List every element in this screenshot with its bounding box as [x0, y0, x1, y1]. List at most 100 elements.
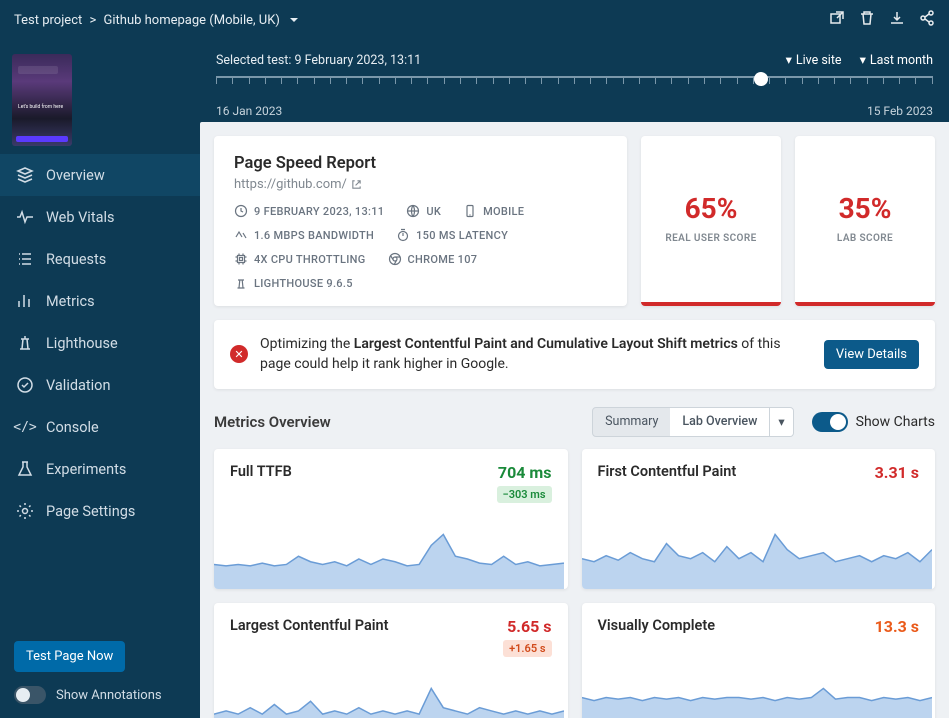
meta-cpu: 4X CPU THROTTLING: [234, 252, 366, 266]
tab-summary[interactable]: Summary: [593, 408, 670, 436]
show-charts-label: Show Charts: [856, 414, 935, 430]
sidebar-item-page-settings[interactable]: Page Settings: [0, 490, 200, 532]
lighthouse-icon: [16, 334, 34, 352]
external-link-icon: [351, 179, 362, 190]
clock-icon: [234, 204, 248, 218]
lighthouse-icon: [234, 276, 248, 290]
metric-card-largest-contentful-paint[interactable]: Largest Contentful Paint 5.65 s +1.65 s: [214, 603, 568, 718]
breadcrumb[interactable]: Test project > Github homepage (Mobile, …: [14, 13, 300, 28]
score-card-real-user-score: 65% REAL USER SCORE: [641, 136, 781, 306]
metric-card-full-ttfb[interactable]: Full TTFB 704 ms −303 ms: [214, 449, 568, 589]
list-icon: [16, 250, 34, 268]
timeline-start: 16 Jan 2023: [216, 104, 282, 118]
metric-name: Largest Contentful Paint: [230, 617, 389, 634]
topbar-actions: [829, 10, 935, 30]
flask-icon: [16, 460, 34, 478]
timeline-ruler[interactable]: [216, 76, 933, 100]
download-icon[interactable]: [889, 10, 905, 30]
mobile-icon: [463, 204, 477, 218]
share-icon[interactable]: [919, 10, 935, 30]
stack-icon: [16, 166, 34, 184]
sidebar-item-label: Page Settings: [46, 503, 135, 520]
metric-delta: +1.65 s: [503, 640, 551, 657]
score-value: 65%: [685, 192, 738, 225]
sidebar-item-lighthouse[interactable]: Lighthouse: [0, 322, 200, 364]
meta-latency: 150 MS LATENCY: [396, 228, 508, 242]
page-thumbnail[interactable]: Let's build from here: [12, 54, 72, 146]
pulse-icon: [16, 208, 34, 226]
timeline-handle[interactable]: [754, 72, 768, 86]
globe-icon: [406, 204, 420, 218]
annotations-toggle[interactable]: [14, 686, 46, 704]
metric-value: 13.3 s: [875, 617, 919, 636]
alert-text: Optimizing the Largest Contentful Paint …: [260, 334, 812, 375]
metric-card-first-contentful-paint[interactable]: First Contentful Paint3.31 s: [582, 449, 936, 589]
topbar: Test project > Github homepage (Mobile, …: [0, 0, 949, 40]
score-value: 35%: [839, 192, 892, 225]
check-circle-icon: [16, 376, 34, 394]
trash-icon[interactable]: [859, 10, 875, 30]
metric-value: 704 ms: [497, 463, 552, 482]
sidebar-item-console[interactable]: </> Console: [0, 406, 200, 448]
metric-name: Visually Complete: [598, 617, 716, 634]
score-label: REAL USER SCORE: [665, 233, 756, 244]
dashboard: Page Speed Report https://github.com/ 9 …: [200, 122, 949, 718]
sidebar-item-label: Experiments: [46, 461, 126, 478]
selected-test-label: Selected test: 9 February 2023, 13:11: [216, 53, 421, 68]
report-url[interactable]: https://github.com/: [234, 177, 607, 192]
metric-delta: −303 ms: [497, 486, 552, 503]
chrome-icon: [388, 252, 402, 266]
open-external-icon[interactable]: [829, 10, 845, 30]
sidebar-item-overview[interactable]: Overview: [0, 154, 200, 196]
sidebar-item-label: Validation: [46, 377, 110, 394]
meta-bandwidth: 1.6 MBPS BANDWIDTH: [234, 228, 374, 242]
live-site-dropdown[interactable]: ▾ Live site: [786, 52, 842, 68]
metrics-grid: Full TTFB 704 ms −303 ms First Contentful P…: [214, 449, 935, 718]
code-icon: </>: [16, 418, 34, 436]
breadcrumb-project: Test project: [14, 13, 82, 28]
metric-name: Full TTFB: [230, 463, 292, 480]
sidebar-item-label: Console: [46, 419, 99, 436]
meta-globe: UK: [406, 204, 441, 218]
score-label: LAB SCORE: [837, 233, 893, 244]
sidebar-item-label: Metrics: [46, 293, 95, 310]
latency-icon: [396, 228, 410, 242]
breadcrumb-page: Github homepage (Mobile, UK): [104, 13, 280, 28]
report-card: Page Speed Report https://github.com/ 9 …: [214, 136, 627, 306]
sidebar-item-label: Requests: [46, 251, 106, 268]
gear-icon: [16, 502, 34, 520]
show-charts-toggle[interactable]: [812, 412, 848, 432]
sidebar-item-validation[interactable]: Validation: [0, 364, 200, 406]
report-meta: 9 FEBRUARY 2023, 13:11 UK MOBILE 1.6 MBPS B…: [234, 204, 607, 290]
metrics-overview-title: Metrics Overview: [214, 413, 331, 431]
meta-clock: 9 FEBRUARY 2023, 13:11: [234, 204, 384, 218]
sidebar-item-requests[interactable]: Requests: [0, 238, 200, 280]
optimization-alert: ✕ Optimizing the Largest Contentful Pain…: [214, 320, 935, 389]
meta-lighthouse: LIGHTHOUSE 9.6.5: [234, 276, 353, 290]
sidebar-item-label: Overview: [46, 167, 105, 184]
meta-chrome: CHROME 107: [388, 252, 478, 266]
date-range-dropdown[interactable]: ▾ Last month: [860, 52, 933, 68]
view-details-button[interactable]: View Details: [824, 340, 919, 369]
metric-value: 3.31 s: [875, 463, 919, 482]
metric-card-visually-complete[interactable]: Visually Complete 13.3 s: [582, 603, 936, 718]
tab-dropdown-caret[interactable]: ▾: [769, 408, 792, 436]
sidebar-item-label: Lighthouse: [46, 335, 118, 352]
score-card-lab-score: 35% LAB SCORE: [795, 136, 935, 306]
sidebar-item-web-vitals[interactable]: Web Vitals: [0, 196, 200, 238]
report-title: Page Speed Report: [234, 154, 607, 173]
chevron-down-icon: [288, 14, 300, 26]
test-page-button[interactable]: Test Page Now: [14, 641, 125, 672]
sidebar-item-metrics[interactable]: Metrics: [0, 280, 200, 322]
tab-lab-overview[interactable]: Lab Overview: [670, 408, 769, 436]
sidebar: Let's build from here Overview Web Vitals…: [0, 40, 200, 718]
error-icon: ✕: [230, 345, 248, 363]
sidebar-item-experiments[interactable]: Experiments: [0, 448, 200, 490]
metrics-tab-selector: Summary Lab Overview ▾: [592, 407, 794, 437]
timeline: Selected test: 9 February 2023, 13:11 ▾ …: [200, 40, 949, 122]
bandwidth-icon: [234, 228, 248, 242]
annotations-label: Show Annotations: [56, 688, 162, 703]
metric-value: 5.65 s: [503, 617, 551, 636]
sidebar-nav: Overview Web Vitals Requests Metrics Lightho…: [0, 154, 200, 532]
meta-mobile: MOBILE: [463, 204, 524, 218]
